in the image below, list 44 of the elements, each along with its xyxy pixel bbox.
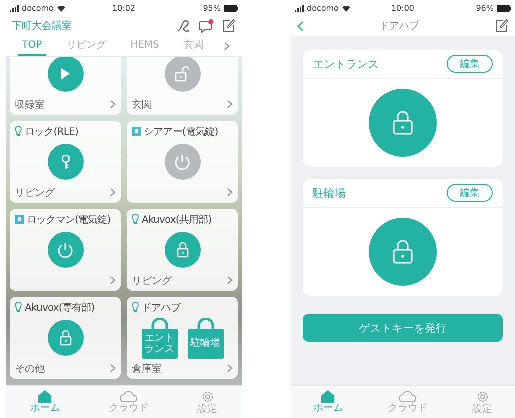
status-time: 10:02 xyxy=(112,4,136,12)
tab[interactable]: 玄関 xyxy=(180,35,208,57)
nav-item[interactable]: ホーム xyxy=(30,390,60,414)
status-time: 10:00 xyxy=(391,4,415,12)
door-name: 駐輪場 xyxy=(313,186,346,200)
device-name: ロックマン(電気錠) xyxy=(27,214,111,226)
room-label: その他 xyxy=(15,362,45,376)
device-card[interactable]: ドアハブ エントランス 駐輪場 倉庫室 xyxy=(127,297,238,379)
screen-title: ドアハブ xyxy=(380,20,420,33)
device-name: ドアハブ xyxy=(142,302,180,314)
carrier-name: docomo xyxy=(307,4,339,12)
device-name: Akuvox(共用部) xyxy=(142,214,212,226)
room-label: リビング xyxy=(15,186,55,200)
edit-button[interactable]: 編集 xyxy=(447,184,493,202)
nav-item[interactable]: クラウド xyxy=(388,390,428,414)
lock-button[interactable]: エントランス xyxy=(142,328,178,358)
lock-button[interactable]: 駐輪場 xyxy=(188,328,224,358)
nav-item[interactable]: 設定 xyxy=(472,390,493,414)
device-card[interactable]: ロック(RLE) リビング xyxy=(10,121,121,203)
tab[interactable]: リビング xyxy=(62,35,110,57)
edit-button[interactable]: 編集 xyxy=(447,55,493,73)
device-card[interactable]: Akuvox(専有部) その他 xyxy=(10,297,121,379)
device-name: Akuvox(専有部) xyxy=(25,302,95,314)
guest-key-button[interactable]: ゲストキーを発行 xyxy=(303,314,503,342)
nav-item[interactable]: 設定 xyxy=(198,390,218,414)
device-card[interactable]: Akuvox(共用部) リビング xyxy=(127,209,238,291)
device-card[interactable]: ロックマン(電気錠) xyxy=(10,209,121,291)
room-label: 収録室 xyxy=(15,98,45,112)
room-label: 玄関 xyxy=(132,98,152,112)
battery-percent: 96% xyxy=(476,4,494,12)
device-card[interactable]: 玄関 xyxy=(127,57,238,115)
battery-percent: 95% xyxy=(203,4,221,12)
device-card[interactable]: シアアー(電気錠) xyxy=(127,121,238,203)
device-name: ロック(RLE) xyxy=(25,126,78,138)
tab[interactable]: HEMS xyxy=(126,36,164,56)
nav-item[interactable]: クラウド xyxy=(108,390,149,414)
room-label: リビング xyxy=(132,274,172,288)
device-card[interactable]: 収録室 xyxy=(10,57,121,115)
room-label: 倉庫室 xyxy=(132,362,162,376)
place-name[interactable]: 下町大会議室 xyxy=(12,19,72,33)
carrier-name: docomo xyxy=(22,4,54,12)
nav-item[interactable]: ホーム xyxy=(313,390,344,414)
device-name: シアアー(電気錠) xyxy=(144,126,218,138)
door-name: エントランス xyxy=(313,56,379,72)
